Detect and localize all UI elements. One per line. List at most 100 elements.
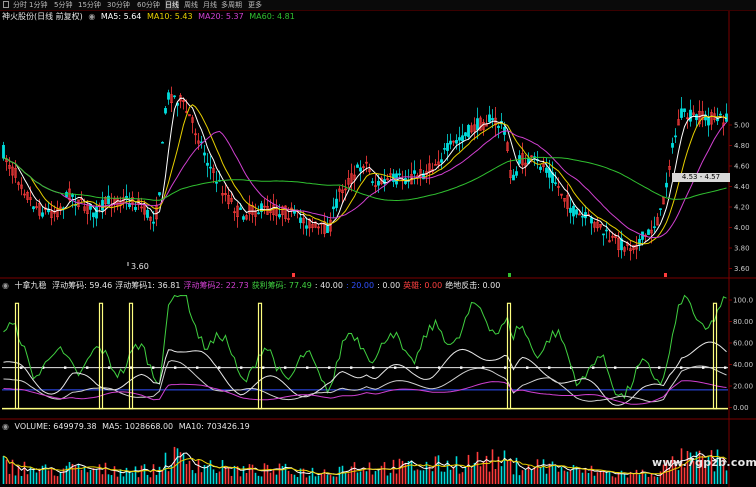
candle-body (683, 108, 686, 112)
price-tick-label: 4.40 (734, 183, 750, 191)
price-tick-label: 4.80 (734, 142, 750, 150)
indicator-title[interactable]: 十拿九稳 (15, 281, 47, 290)
indicator-tick-label: 100.0 (733, 297, 753, 305)
candle-body (305, 225, 308, 229)
price-tick-label: 3.60 (734, 265, 750, 273)
candle-body (659, 208, 662, 210)
candle-body (446, 143, 449, 151)
dot-marker (680, 366, 683, 369)
signal-spike-1 (98, 302, 104, 410)
price-tick-label: 4.60 (734, 163, 750, 171)
ma10-line (3, 104, 727, 245)
dot-marker (394, 366, 397, 369)
candle-body (488, 114, 491, 123)
ma10-label: MA10: 5.43 (146, 12, 193, 21)
candle-body (707, 117, 710, 126)
volume-dot-icon: ◉ (2, 422, 9, 431)
indicator-label-0: 浮动筹码: 59.46 (52, 281, 113, 290)
dot-marker (416, 366, 419, 369)
ma20-line (3, 121, 727, 239)
candle-body (152, 221, 155, 224)
candle-body (215, 182, 218, 184)
candle-body (203, 152, 206, 156)
signal-marker-1 (508, 273, 511, 277)
candle-body (449, 140, 452, 145)
candle-body (173, 95, 176, 98)
volume-legend: ◉ VOLUME: 649979.38 MA5: 1028668.00 MA10… (2, 421, 253, 432)
indicator-tick-label: 20.00 (733, 383, 753, 391)
candle-body (32, 206, 35, 210)
candle-body (653, 226, 656, 229)
candle-body (680, 108, 683, 118)
candle-body (689, 109, 692, 122)
candle-body (326, 225, 329, 234)
candle-body (443, 148, 446, 150)
candle-body (299, 217, 302, 223)
candle-body (674, 135, 677, 138)
candle-body (512, 174, 515, 181)
candle-body (371, 181, 374, 183)
candle-body (41, 212, 44, 217)
candle-body (398, 173, 401, 176)
dot-marker (328, 366, 331, 369)
candle-body (665, 182, 668, 188)
price-tick-label: 4.00 (734, 224, 750, 232)
candle-body (413, 170, 416, 174)
candle-body (719, 113, 722, 116)
candle-body (209, 166, 212, 169)
candle-body (554, 182, 557, 185)
candle-body (647, 229, 650, 235)
dot-marker (284, 366, 287, 369)
volume-ma10-line (3, 455, 727, 475)
price-tick-label: 3.80 (734, 245, 750, 253)
candle-body (107, 195, 110, 205)
dot-marker (460, 366, 463, 369)
chart-canvas: 5.00 4.80 4.60 4.40 4.20 4.00 3.80 3.60 100.0 80.… (0, 11, 756, 487)
dot-marker (350, 366, 353, 369)
candle-body (476, 118, 479, 131)
candle-body (2, 144, 5, 159)
volume-ma10-label: MA10: 703426.19 (178, 422, 250, 431)
candle-body (101, 199, 104, 211)
dot-marker (614, 366, 617, 369)
signal-spike-4 (506, 302, 512, 410)
indicator-tick-label: 80.00 (733, 318, 753, 326)
candle-body (332, 206, 335, 210)
dot-marker (658, 366, 661, 369)
candle-body (257, 212, 260, 215)
candle-body (164, 108, 167, 114)
indicator-label-6: : 0.00 (377, 281, 401, 290)
indicator-tick-label: 40.00 (733, 361, 753, 369)
candle-body (545, 167, 548, 173)
indicator-label-2: 浮动筹码2: 22.73 (183, 281, 249, 290)
candle-body (455, 140, 458, 144)
candle-body (359, 167, 362, 172)
candle-body (539, 166, 542, 170)
candle-body (356, 164, 359, 168)
legend-dot-icon: ◉ (88, 12, 96, 21)
signal-marker-0 (292, 273, 295, 277)
candle-body (461, 135, 464, 142)
dot-marker (86, 366, 89, 369)
dot-marker (548, 366, 551, 369)
price-legend: 神火股份(日线 前复权) ◉ MA5: 5.64 MA10: 5.43 MA20… (2, 11, 298, 22)
ma5-label: MA5: 5.64 (100, 12, 142, 21)
purple-indicator-line (3, 380, 727, 405)
signal-marker-2 (664, 273, 667, 277)
stock-title[interactable]: 神火股份(日线 前复权) (2, 12, 83, 21)
candle-body (569, 207, 572, 213)
candle-body (590, 217, 593, 224)
price-tick-label: 4.20 (734, 204, 750, 212)
indicator-label-3: 获利筹码: 77.49 (251, 281, 312, 290)
candle-body (167, 92, 170, 100)
candle-body (581, 215, 584, 218)
candle-body (440, 159, 443, 163)
candle-body (65, 192, 68, 198)
indicator-label-8: 绝地反击: 0.00 (445, 281, 501, 290)
candle-body (206, 162, 209, 166)
candle-body (239, 207, 242, 210)
candle-body (242, 216, 245, 220)
dot-marker (504, 366, 507, 369)
signal-spike-0 (14, 302, 20, 410)
candle-body (92, 212, 95, 218)
